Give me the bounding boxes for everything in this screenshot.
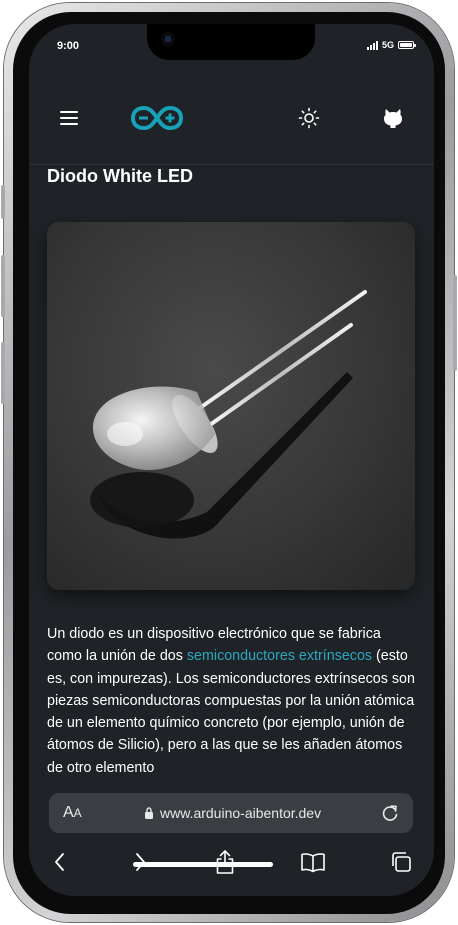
paragraph-text-2: (esto es, con impurezas). Los semiconduc… [47, 648, 415, 776]
silent-switch [1, 185, 5, 219]
volume-up-button [1, 255, 5, 317]
reload-icon[interactable] [379, 802, 401, 824]
front-camera [161, 32, 175, 46]
status-bar: 9:00 5G [29, 24, 434, 72]
text-size-label-small: A [73, 806, 82, 820]
page-title: Diodo White LED [47, 166, 193, 186]
signal-icon [366, 40, 378, 50]
browser-toolbar: AA www.arduino-aibentor.dev [29, 776, 434, 896]
arduino-logo-icon[interactable] [129, 102, 185, 134]
volume-down-button [1, 342, 5, 404]
status-indicators: 5G [366, 40, 416, 50]
screen: 9:00 5G Diodo White LED Un diodo es un d… [29, 24, 434, 896]
url-display[interactable]: www.arduino-aibentor.dev [144, 805, 321, 821]
lock-icon [145, 807, 153, 819]
home-indicator [133, 862, 273, 867]
power-button [453, 275, 457, 371]
tabs-icon[interactable] [387, 848, 415, 876]
led-image [47, 222, 415, 590]
text-size-label: A [63, 804, 74, 821]
article-content: Diodo White LED Un diodo es un dispositi… [29, 164, 434, 784]
article-paragraph: Un diodo es un dispositivo electrónico q… [47, 623, 417, 779]
url-text: www.arduino-aibentor.dev [160, 805, 322, 821]
site-header [29, 72, 434, 165]
text-size-button[interactable]: AA [63, 804, 82, 822]
sun-icon[interactable] [293, 102, 325, 134]
hamburger-menu-icon[interactable] [53, 102, 85, 134]
bookmarks-icon[interactable] [299, 848, 327, 876]
semiconductores-link[interactable]: semiconductores extrínsecos [187, 648, 372, 664]
battery-icon [398, 41, 416, 49]
github-icon[interactable] [377, 102, 409, 134]
status-time: 9:00 [57, 40, 80, 52]
address-bar[interactable]: AA www.arduino-aibentor.dev [49, 793, 413, 833]
notch [147, 24, 315, 60]
back-icon[interactable] [46, 848, 74, 876]
network-type: 5G [381, 40, 394, 50]
